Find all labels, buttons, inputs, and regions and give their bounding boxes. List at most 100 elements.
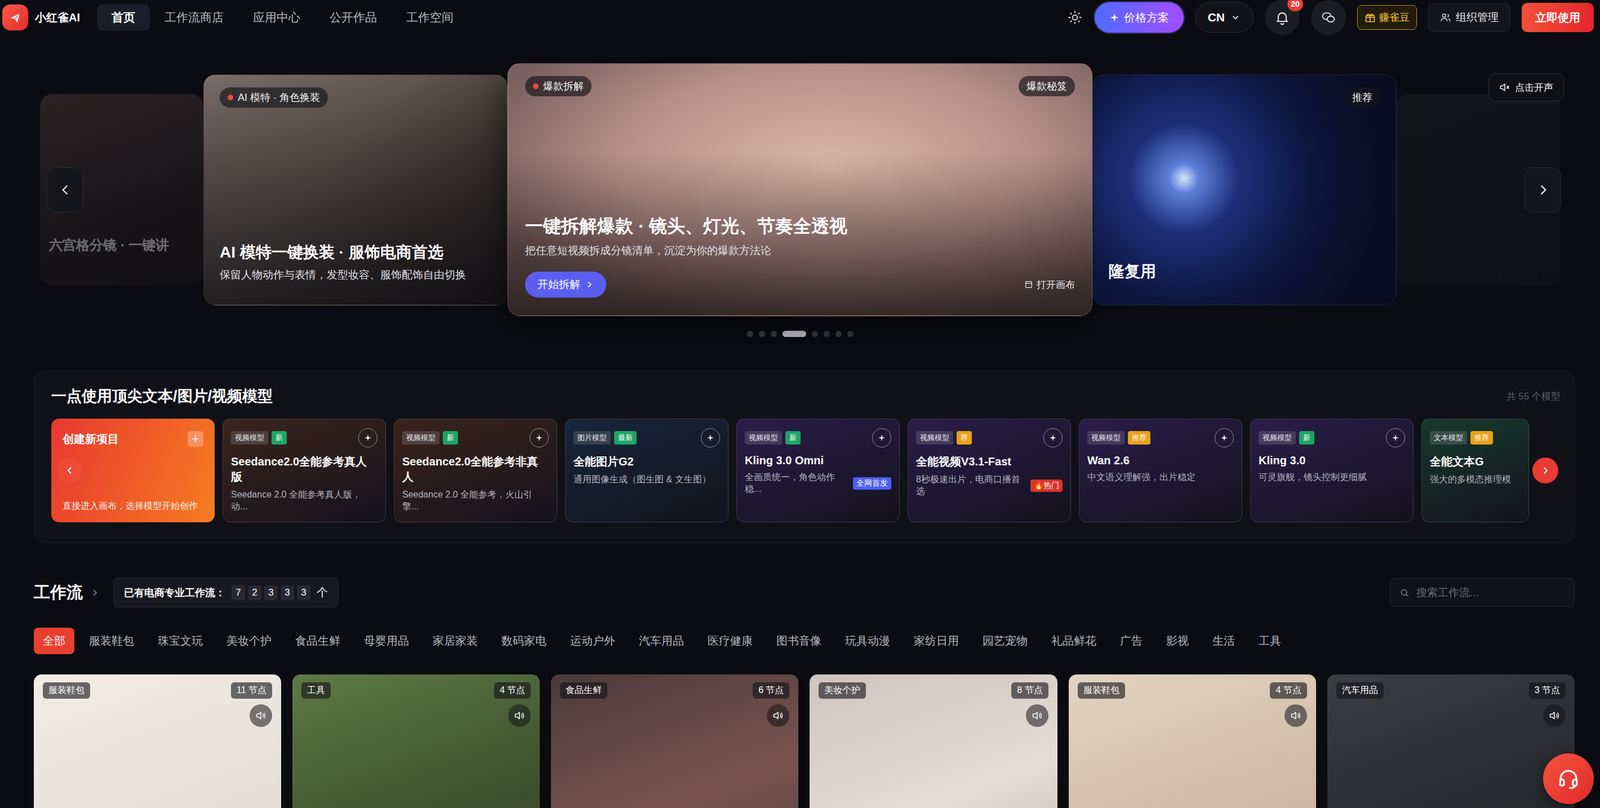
carousel-dot[interactable] bbox=[811, 330, 819, 337]
carousel-dot[interactable] bbox=[747, 330, 754, 337]
category-tab[interactable]: 珠宝文玩 bbox=[148, 627, 212, 655]
slide-subtitle: 保留人物动作与表情，发型妆容、服饰配饰自由切换 bbox=[219, 267, 492, 283]
workflows-title[interactable]: 工作流 bbox=[33, 581, 83, 604]
model-description: 8秒极速出片，电商口播首选 bbox=[916, 473, 1028, 498]
speaker-icon[interactable] bbox=[766, 704, 790, 727]
category-tab[interactable]: 美妆个护 bbox=[217, 627, 281, 655]
model-card[interactable]: 视频模型 新 Seedance2.0全能参考非真人 Seedance 2.0 全… bbox=[393, 418, 558, 523]
workflow-card[interactable]: 汽车用品 3 节点 bbox=[1327, 674, 1575, 808]
carousel-slide[interactable]: 推荐 隆复用 bbox=[1092, 74, 1397, 306]
models-prev-button[interactable] bbox=[56, 457, 83, 484]
support-button[interactable] bbox=[1543, 753, 1594, 804]
speaker-icon[interactable] bbox=[508, 704, 531, 727]
pricing-button[interactable]: 价格方案 bbox=[1094, 2, 1184, 33]
organization-button[interactable]: 组织管理 bbox=[1428, 3, 1511, 32]
category-tab[interactable]: 全部 bbox=[33, 627, 75, 655]
nav-item[interactable]: 应用中心 bbox=[238, 3, 315, 31]
search-input[interactable] bbox=[1415, 585, 1566, 600]
speaker-icon[interactable] bbox=[1025, 704, 1049, 727]
canvas-icon bbox=[1024, 280, 1034, 290]
category-tab[interactable]: 数码家电 bbox=[492, 627, 556, 655]
model-badge: 新 bbox=[785, 430, 801, 445]
category-tab[interactable]: 汽车用品 bbox=[629, 627, 693, 655]
category-tab[interactable]: 工具 bbox=[1249, 627, 1291, 655]
carousel-dot[interactable] bbox=[770, 330, 777, 337]
carousel-next-button[interactable] bbox=[1524, 167, 1562, 213]
carousel-dot[interactable] bbox=[847, 330, 854, 337]
workflow-card[interactable]: 服装鞋包 11 节点 bbox=[33, 674, 282, 808]
category-tab[interactable]: 礼品鲜花 bbox=[1042, 627, 1106, 655]
start-now-button[interactable]: 立即使用 bbox=[1521, 2, 1594, 33]
carousel-dot[interactable] bbox=[782, 330, 807, 337]
carousel-dot[interactable] bbox=[758, 330, 766, 337]
category-tab[interactable]: 家居家装 bbox=[423, 627, 487, 655]
counter-label: 已有电商专业工作流： bbox=[123, 585, 226, 600]
speaker-icon[interactable] bbox=[249, 704, 273, 727]
carousel-dot[interactable] bbox=[823, 330, 830, 337]
model-badge: 新 bbox=[442, 430, 459, 445]
nav-item[interactable]: 工作空间 bbox=[391, 3, 469, 31]
counter-unit: 个 bbox=[316, 584, 328, 600]
model-badge: 最新 bbox=[614, 430, 637, 445]
chevron-right-icon bbox=[584, 280, 594, 290]
search-icon bbox=[1399, 587, 1410, 598]
carousel-slide[interactable]: AI 模特 · 角色换装 AI 模特一键换装 · 服饰电商首选 保留人物动作与表… bbox=[203, 74, 508, 306]
model-card[interactable]: 视频模型 推荐 Wan 2.6 中文语义理解强，出片稳定 bbox=[1078, 418, 1243, 523]
model-name: 全能文本G bbox=[1429, 454, 1521, 470]
carousel-prev-button[interactable] bbox=[46, 167, 84, 213]
nav-item[interactable]: 首页 bbox=[96, 3, 150, 31]
earn-beans-button[interactable]: 赚雀豆 bbox=[1357, 5, 1417, 30]
category-tab[interactable]: 服装鞋包 bbox=[80, 627, 144, 655]
sparkle-icon bbox=[529, 428, 549, 448]
workflow-card[interactable]: 服装鞋包 4 节点 bbox=[1068, 674, 1317, 808]
workflow-card[interactable]: 食品生鲜 6 节点 bbox=[550, 674, 799, 808]
brand[interactable]: 小红雀AI bbox=[2, 4, 80, 31]
chevron-left-icon bbox=[64, 465, 75, 476]
category-tab[interactable]: 母婴用品 bbox=[354, 627, 419, 655]
category-tab[interactable]: 食品生鲜 bbox=[286, 627, 350, 655]
carousel-dot[interactable] bbox=[835, 330, 842, 337]
model-card[interactable]: 视频模型 新 Kling 3.0 可灵旗舰，镜头控制更细腻 bbox=[1250, 418, 1414, 523]
carousel-track: 六宫格分镜 · 一键讲AI 模特 · 角色换装 AI 模特一键换装 · 服饰电商… bbox=[0, 63, 1600, 317]
workflow-counter: 已有电商专业工作流： 72333 个 bbox=[113, 577, 339, 608]
model-type-tag: 视频模型 bbox=[744, 430, 782, 445]
language-dropdown[interactable]: CN bbox=[1194, 2, 1254, 33]
category-tab[interactable]: 园艺宠物 bbox=[973, 627, 1037, 655]
start-button[interactable]: 开始拆解 bbox=[525, 271, 607, 298]
speaker-icon[interactable] bbox=[1284, 704, 1308, 727]
wechat-button[interactable] bbox=[1310, 0, 1346, 35]
workflow-card[interactable]: 美妆个护 8 节点 bbox=[809, 674, 1057, 808]
category-tab[interactable]: 广告 bbox=[1110, 627, 1152, 655]
chevron-down-icon bbox=[1230, 12, 1241, 23]
workflow-card[interactable]: 工具 4 节点 bbox=[292, 674, 540, 808]
category-tab[interactable]: 生活 bbox=[1203, 627, 1244, 655]
slide-badge: 爆款秘笈 bbox=[1018, 76, 1075, 97]
category-tab[interactable]: 家纺日用 bbox=[904, 627, 968, 655]
models-title: 一点使用顶尖文本/图片/视频模型 bbox=[51, 385, 273, 407]
model-card[interactable]: 视频模型 新 Seedance2.0全能参考真人版 Seedance 2.0 全… bbox=[222, 418, 386, 523]
category-tab[interactable]: 运动户外 bbox=[561, 627, 625, 655]
sun-icon[interactable] bbox=[1066, 10, 1084, 25]
carousel-slide[interactable]: 爆款拆解 爆款秘笈 一键拆解爆款 · 镜头、灯光、节奏全透视 把任意短视频拆成分… bbox=[507, 63, 1093, 317]
models-next-button[interactable] bbox=[1532, 457, 1559, 484]
chevron-right-icon[interactable] bbox=[89, 587, 100, 598]
open-canvas-link[interactable]: 打开画布 bbox=[1024, 278, 1075, 292]
category-tab[interactable]: 玩具动漫 bbox=[836, 627, 900, 655]
chevron-right-icon bbox=[1540, 465, 1551, 476]
create-title: 创建新项目 bbox=[62, 431, 119, 447]
category-tab[interactable]: 图书音像 bbox=[767, 627, 831, 655]
model-card[interactable]: 视频模型 荐 全能视频V3.1-Fast 8秒极速出片，电商口播首选 🔥热门 bbox=[907, 418, 1071, 523]
nav-item[interactable]: 公开作品 bbox=[314, 3, 392, 31]
tag-dot bbox=[532, 83, 539, 90]
category-tab[interactable]: 影视 bbox=[1157, 627, 1198, 655]
model-card[interactable]: 图片模型 最新 全能图片G2 通用图像生成（图生图 & 文生图） bbox=[565, 418, 729, 523]
speaker-icon[interactable] bbox=[1543, 704, 1566, 727]
workflow-nodes: 11 节点 bbox=[230, 682, 273, 699]
nav-item[interactable]: 工作流商店 bbox=[149, 3, 239, 31]
model-card[interactable]: 文本模型 推荐 全能文本G 强大的多模态推理模 bbox=[1421, 418, 1530, 523]
category-tab[interactable]: 医疗健康 bbox=[698, 627, 762, 655]
sound-button[interactable]: 点击开声 bbox=[1488, 73, 1564, 102]
model-type-tag: 视频模型 bbox=[916, 430, 954, 445]
model-card[interactable]: 视频模型 新 Kling 3.0 Omni 全画质统一，角色动作稳... 全网首… bbox=[736, 418, 900, 523]
notifications-button[interactable]: 20 bbox=[1264, 0, 1300, 35]
